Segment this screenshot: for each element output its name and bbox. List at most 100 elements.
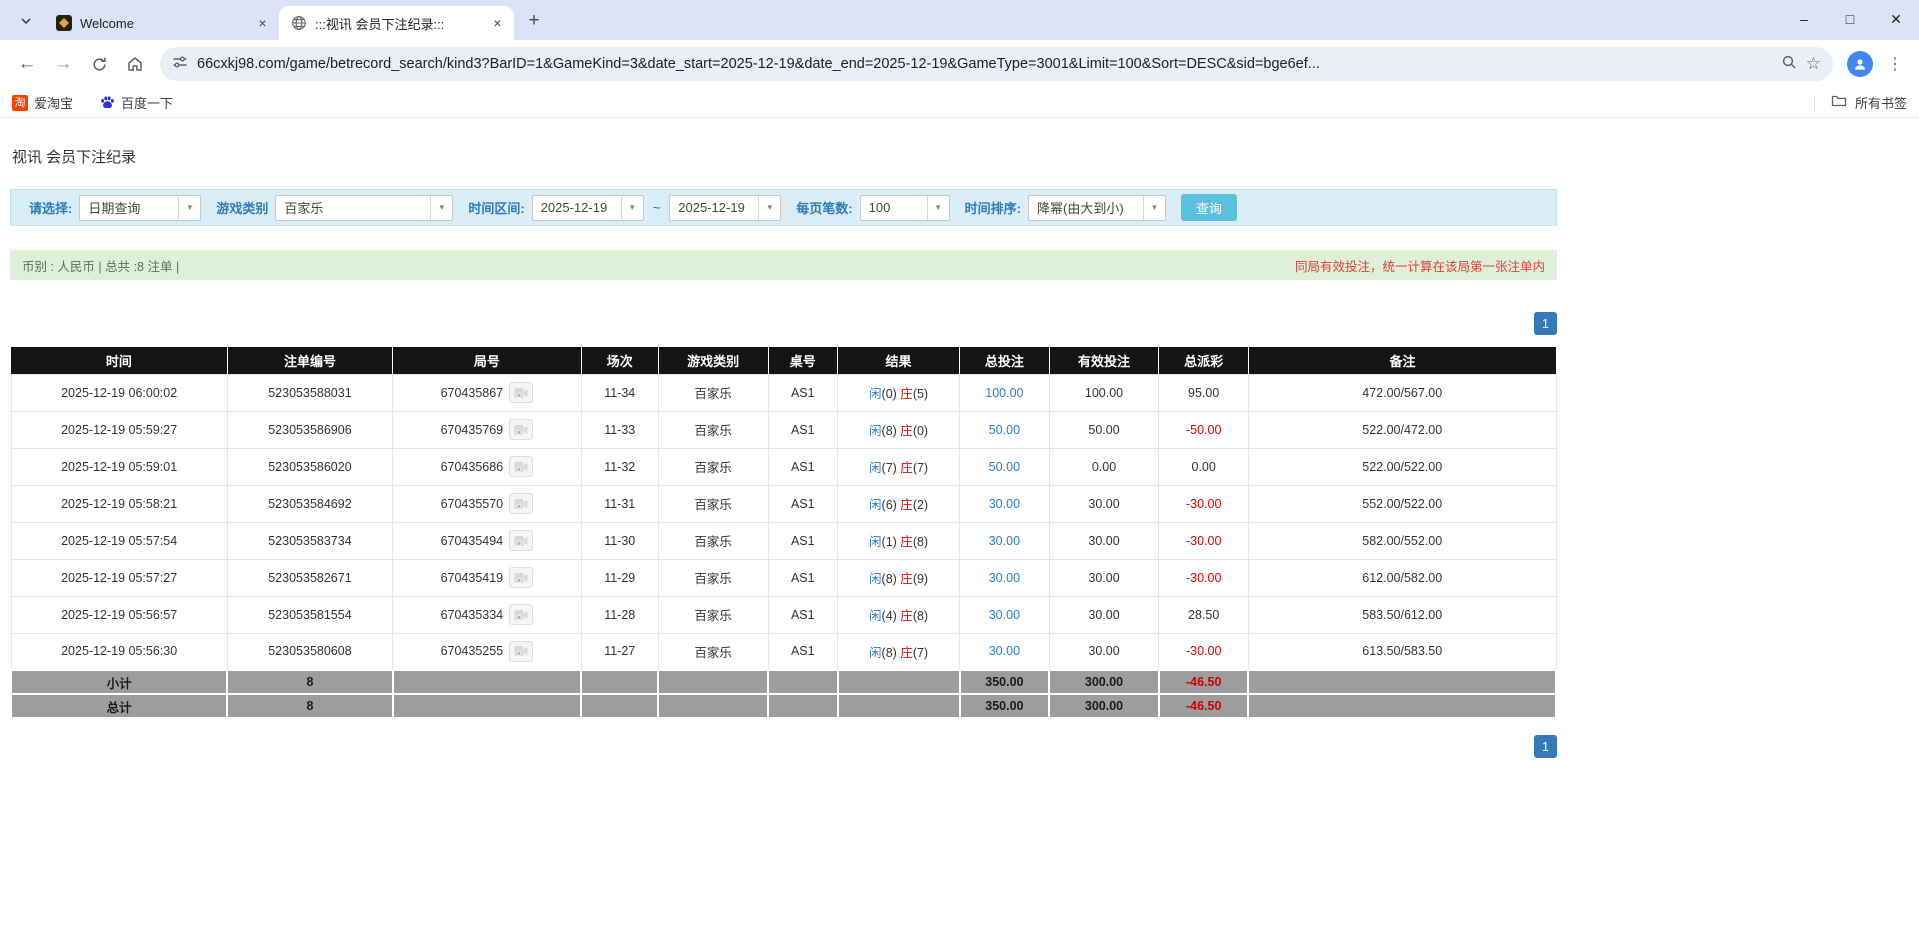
game-type-value: 百家乐 xyxy=(276,196,430,220)
header-table-no: 桌号 xyxy=(768,347,838,374)
summary-empty-cell xyxy=(1248,694,1556,718)
video-replay-icon[interactable] xyxy=(509,493,533,514)
cell-remark: 552.00/522.00 xyxy=(1248,485,1556,522)
video-replay-icon[interactable] xyxy=(509,530,533,551)
cell-session: 11-34 xyxy=(581,374,658,411)
reload-icon[interactable] xyxy=(82,47,116,81)
cell-total-bet[interactable]: 30.00 xyxy=(960,596,1050,633)
banker-result: 庄 xyxy=(900,387,913,401)
divider xyxy=(1814,95,1815,111)
player-result: 闲 xyxy=(869,572,882,586)
per-page-label: 每页笔数: xyxy=(796,198,852,217)
zoom-icon[interactable] xyxy=(1781,54,1797,75)
cell-total-bet[interactable]: 50.00 xyxy=(960,448,1050,485)
player-result: 闲 xyxy=(869,609,882,623)
subtotal-count: 8 xyxy=(227,670,392,694)
video-replay-icon[interactable] xyxy=(509,456,533,477)
cell-time: 2025-12-19 05:57:27 xyxy=(11,559,227,596)
cell-valid-bet: 0.00 xyxy=(1049,448,1159,485)
summary-empty-cell xyxy=(581,694,658,718)
new-tab-button[interactable]: + xyxy=(520,7,548,35)
player-score: (4) xyxy=(882,609,897,623)
date-end-select[interactable]: 2025-12-19 ▼ xyxy=(669,195,781,221)
bet-records-table: 时间 注单编号 局号 场次 游戏类别 桌号 结果 总投注 有效投注 总派彩 备注… xyxy=(10,347,1557,719)
header-valid-bet: 有效投注 xyxy=(1049,347,1159,374)
cell-table-no: AS1 xyxy=(768,411,838,448)
cell-time: 2025-12-19 05:59:27 xyxy=(11,411,227,448)
banker-score: (9) xyxy=(913,572,928,586)
time-sort-select[interactable]: 降幂(由大到小) ▼ xyxy=(1028,195,1166,221)
page-1-button[interactable]: 1 xyxy=(1534,312,1557,335)
cell-total-bet[interactable]: 100.00 xyxy=(960,374,1050,411)
page-1-button[interactable]: 1 xyxy=(1534,735,1557,758)
banker-result: 庄 xyxy=(900,572,913,586)
time-sort-label: 时间排序: xyxy=(965,198,1021,217)
cell-round-id: 670435686 xyxy=(393,448,581,485)
window-close-icon[interactable]: ✕ xyxy=(1873,0,1919,38)
cell-round-id: 670435769 xyxy=(393,411,581,448)
cell-result: 闲(7) 庄(7) xyxy=(838,448,960,485)
cell-total-bet[interactable]: 30.00 xyxy=(960,633,1050,670)
tab-title: :::视讯 会员下注纪录::: xyxy=(315,14,481,33)
cell-total-bet[interactable]: 50.00 xyxy=(960,411,1050,448)
home-icon[interactable] xyxy=(118,47,152,81)
query-type-select[interactable]: 日期查询 ▼ xyxy=(79,195,201,221)
bookmark-star-icon[interactable]: ☆ xyxy=(1806,54,1821,74)
round-id: 670435769 xyxy=(441,423,504,437)
back-icon[interactable]: ← xyxy=(10,47,44,81)
cell-table-no: AS1 xyxy=(768,448,838,485)
cell-valid-bet: 30.00 xyxy=(1049,485,1159,522)
cell-payout: -30.00 xyxy=(1159,522,1249,559)
per-page-select[interactable]: 100 ▼ xyxy=(860,195,950,221)
filter-bar: 请选择: 日期查询 ▼ 游戏类别 百家乐 ▼ 时间区间: 2025-12-19 … xyxy=(10,189,1557,226)
bookmark-baidu[interactable]: 百度一下 xyxy=(99,93,173,112)
player-score: (7) xyxy=(882,461,897,475)
window-maximize-icon[interactable]: □ xyxy=(1827,0,1873,38)
subtotal-total-bet: 350.00 xyxy=(960,670,1050,694)
summary-empty-cell xyxy=(393,694,581,718)
video-replay-icon[interactable] xyxy=(509,604,533,625)
player-score: (8) xyxy=(882,572,897,586)
bookmark-label: 百度一下 xyxy=(121,93,173,112)
profile-avatar[interactable] xyxy=(1847,51,1873,77)
banker-score: (7) xyxy=(913,646,928,660)
cell-total-bet[interactable]: 30.00 xyxy=(960,485,1050,522)
table-header-row: 时间 注单编号 局号 场次 游戏类别 桌号 结果 总投注 有效投注 总派彩 备注 xyxy=(11,347,1556,374)
tab-close-icon[interactable]: × xyxy=(489,15,506,32)
cell-session: 11-29 xyxy=(581,559,658,596)
video-replay-icon[interactable] xyxy=(509,641,533,662)
banker-score: (5) xyxy=(913,387,928,401)
video-replay-icon[interactable] xyxy=(509,382,533,403)
round-id: 670435334 xyxy=(441,608,504,622)
pagination-bottom: 1 xyxy=(10,735,1557,758)
forward-icon[interactable]: → xyxy=(46,47,80,81)
table-row: 2025-12-19 05:59:01 523053586020 6704356… xyxy=(11,448,1556,485)
browser-tab-welcome[interactable]: Welcome × xyxy=(44,6,279,40)
tab-close-icon[interactable]: × xyxy=(254,15,271,32)
bookmark-aitaobao[interactable]: 淘 爱淘宝 xyxy=(12,93,73,112)
all-bookmarks-button[interactable]: 所有书签 xyxy=(1814,93,1907,112)
window-minimize-icon[interactable]: – xyxy=(1781,0,1827,38)
cell-payout: 28.50 xyxy=(1159,596,1249,633)
cell-total-bet[interactable]: 30.00 xyxy=(960,559,1050,596)
banker-result: 庄 xyxy=(900,461,913,475)
header-game-type: 游戏类别 xyxy=(658,347,768,374)
video-replay-icon[interactable] xyxy=(509,419,533,440)
url-text[interactable]: 66cxkj98.com/game/betrecord_search/kind3… xyxy=(197,56,1772,72)
tab-search-chevron-icon[interactable] xyxy=(12,7,40,35)
search-button[interactable]: 查询 xyxy=(1181,194,1237,221)
date-start-select[interactable]: 2025-12-19 ▼ xyxy=(532,195,644,221)
browser-menu-icon[interactable]: ⋮ xyxy=(1881,54,1909,74)
browser-tab-betrecord[interactable]: :::视讯 会员下注纪录::: × xyxy=(279,6,514,40)
video-replay-icon[interactable] xyxy=(509,567,533,588)
total-total-bet: 350.00 xyxy=(960,694,1050,718)
welcome-favicon-icon xyxy=(56,15,72,31)
url-bar[interactable]: 66cxkj98.com/game/betrecord_search/kind3… xyxy=(160,47,1833,81)
cell-table-no: AS1 xyxy=(768,485,838,522)
cell-total-bet[interactable]: 30.00 xyxy=(960,522,1050,559)
query-type-value: 日期查询 xyxy=(80,196,178,220)
game-type-select[interactable]: 百家乐 ▼ xyxy=(275,195,453,221)
site-info-icon[interactable] xyxy=(172,54,188,75)
cell-table-no: AS1 xyxy=(768,522,838,559)
globe-favicon-icon xyxy=(291,15,307,31)
